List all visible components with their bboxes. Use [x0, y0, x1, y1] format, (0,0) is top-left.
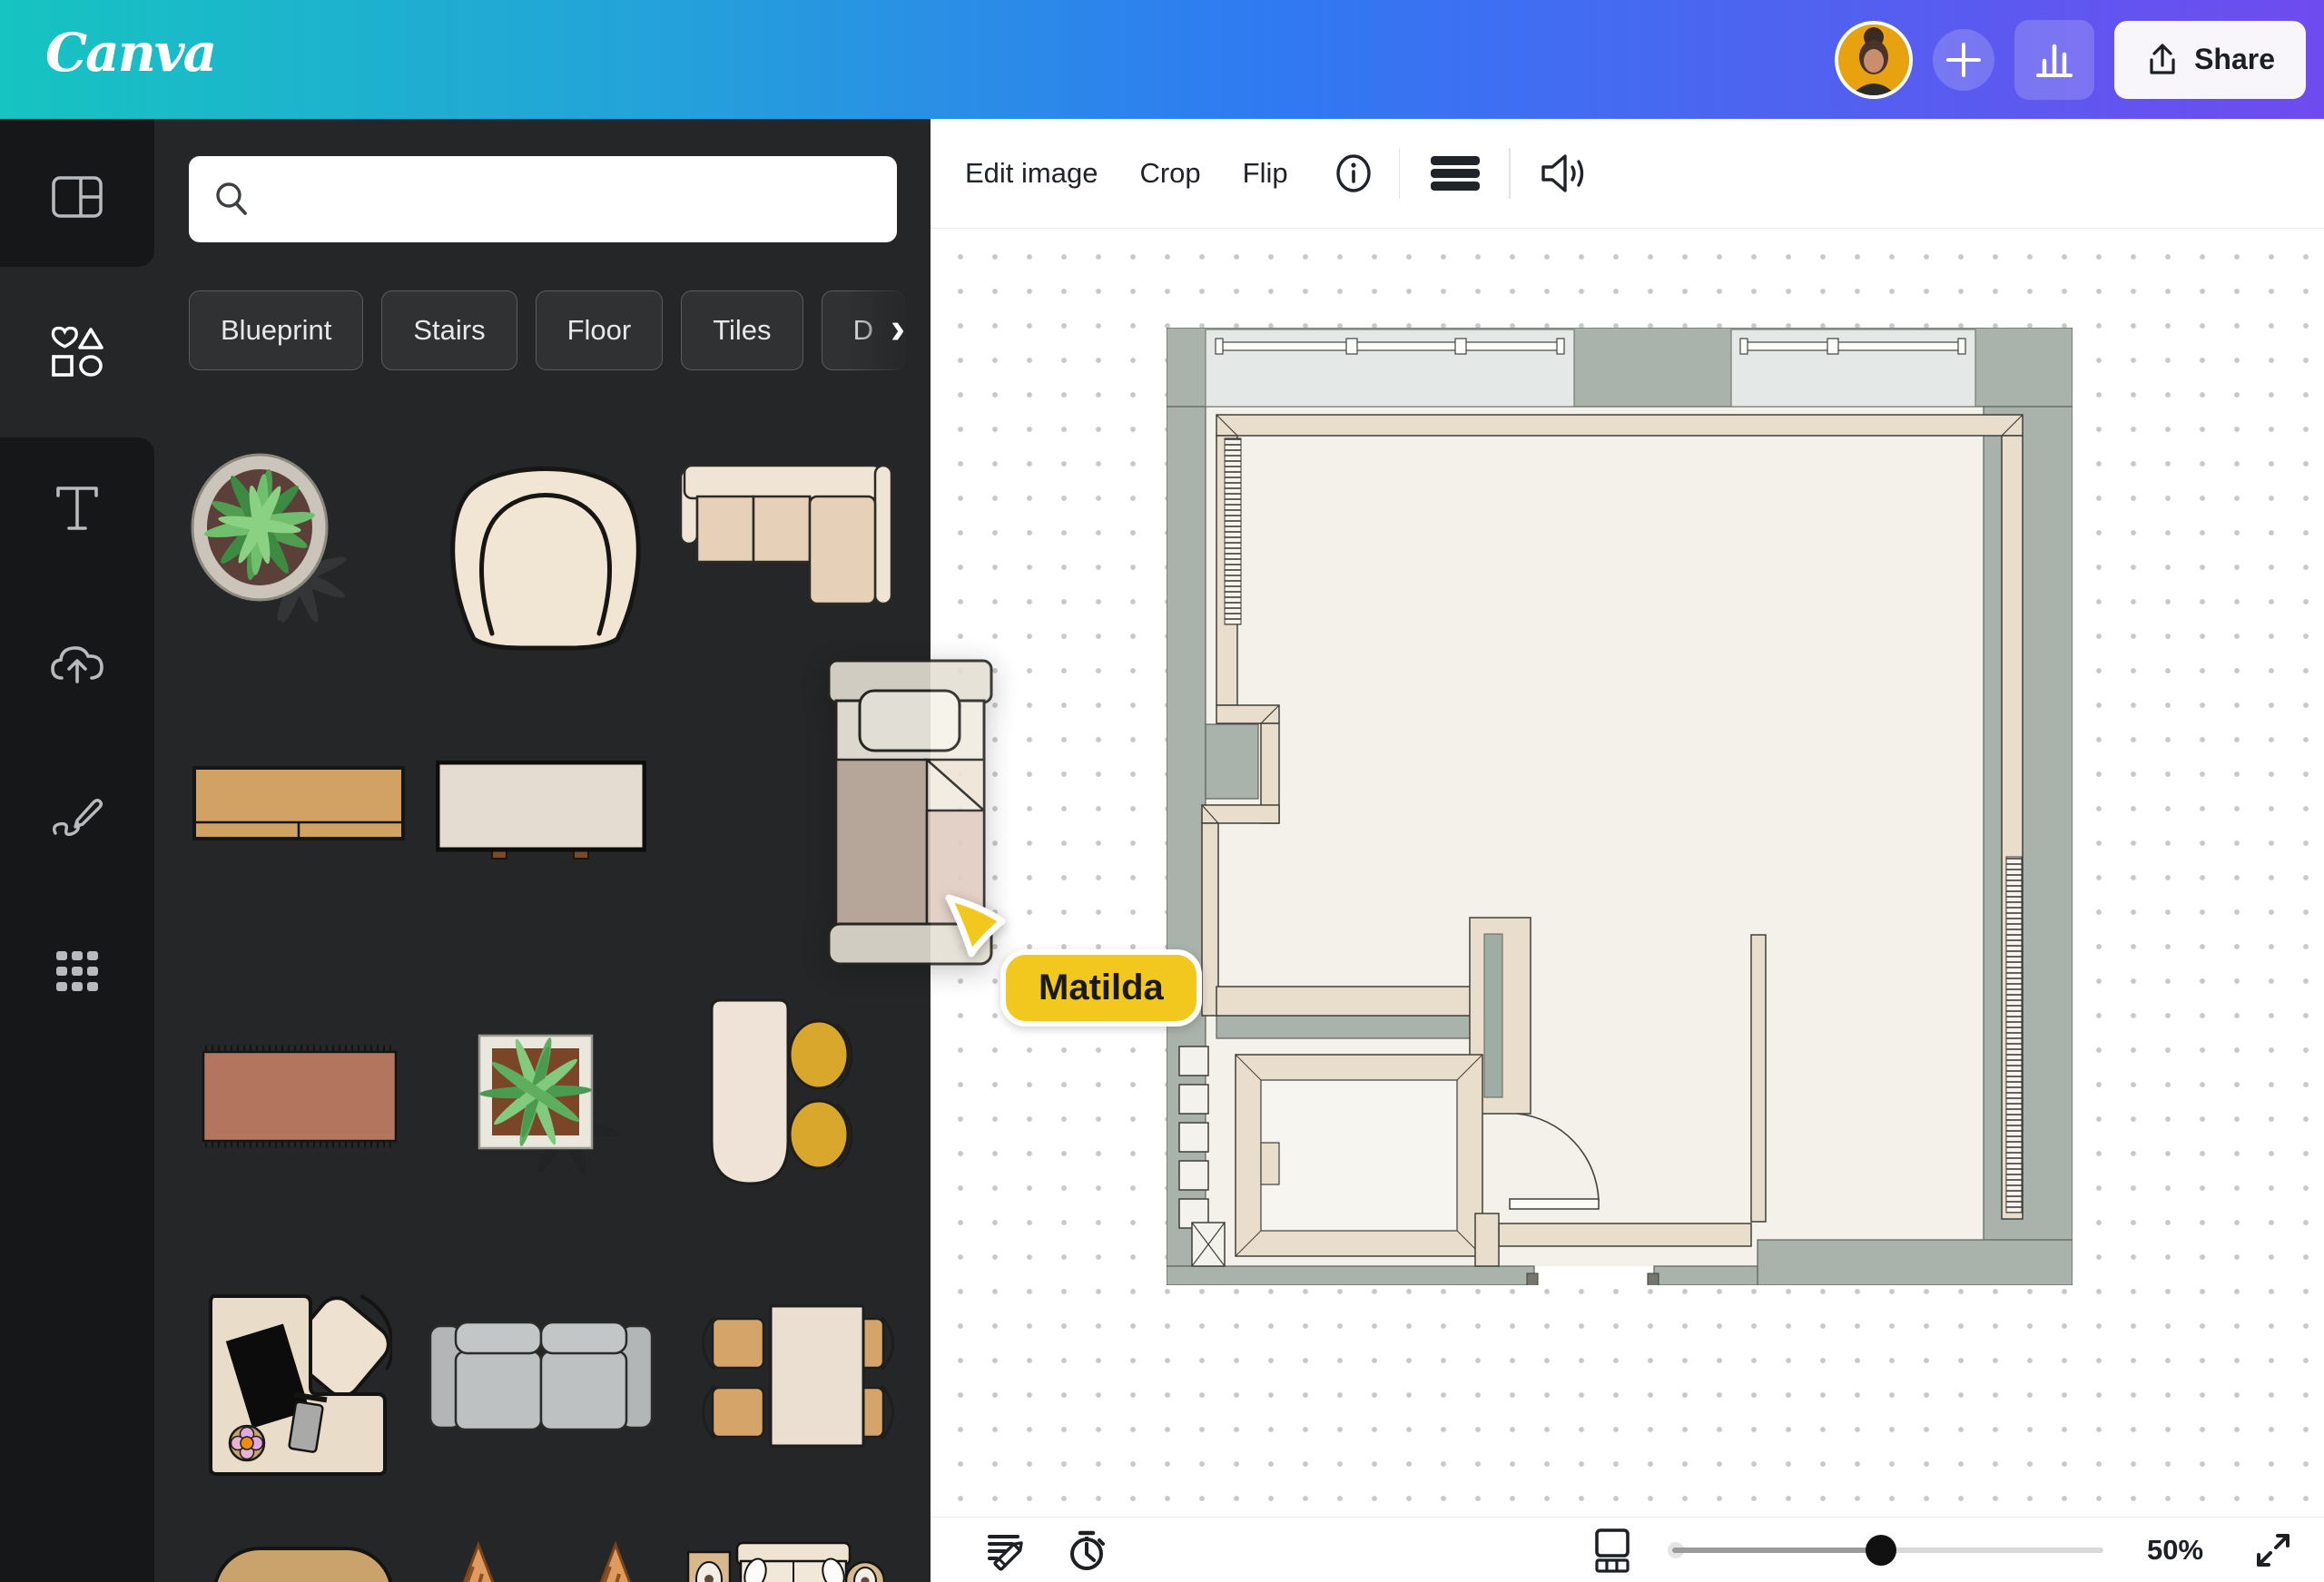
chip-floor[interactable]: Floor [535, 290, 664, 370]
notes-icon[interactable] [985, 1530, 1030, 1572]
element-deck-chair[interactable] [574, 1539, 657, 1582]
chip-tiles[interactable]: Tiles [681, 290, 803, 370]
element-deck-chair[interactable] [437, 1539, 520, 1582]
sidebar-item-elements[interactable] [0, 302, 154, 402]
toolbar-divider [1398, 148, 1401, 199]
search-icon [216, 182, 247, 215]
element-desk-setup[interactable] [202, 1291, 392, 1481]
share-button[interactable]: Share [2114, 20, 2306, 99]
elements-panel: Blueprint Stairs Floor Tiles D › [154, 119, 931, 1582]
floor-plan-image[interactable] [1167, 328, 2073, 1285]
search-box[interactable] [189, 156, 897, 242]
element-bar-table-stools[interactable] [710, 998, 870, 1191]
element-sofa-set[interactable] [686, 1532, 884, 1582]
element-rug[interactable] [198, 1044, 401, 1149]
flip-button[interactable]: Flip [1243, 157, 1288, 190]
share-upload-icon [2150, 43, 2175, 74]
bottom-bar: 50% [931, 1517, 2324, 1582]
zoom-slider-fill [1672, 1548, 1881, 1553]
toolbar-divider [1509, 148, 1511, 199]
timer-icon[interactable] [1065, 1528, 1110, 1574]
canvas-area: Edit image Crop Flip 50% [931, 119, 2324, 1582]
search-input[interactable] [267, 172, 897, 227]
text-icon [56, 486, 98, 530]
avatar[interactable] [1835, 20, 1914, 99]
element-oval-table[interactable] [212, 1543, 395, 1582]
apps-grid-icon [56, 951, 98, 991]
context-toolbar: Edit image Crop Flip [931, 119, 2324, 229]
element-palm-plant[interactable] [434, 1003, 639, 1194]
design-workspace[interactable] [931, 229, 2324, 1517]
element-sectional-sofa[interactable] [677, 462, 895, 607]
element-potted-plant[interactable] [171, 434, 358, 639]
design-templates-icon [52, 176, 103, 218]
element-gray-sofa[interactable] [428, 1319, 654, 1431]
bar-chart-icon [2036, 44, 2073, 77]
cloud-upload-icon [51, 646, 103, 683]
chip-stairs[interactable]: Stairs [381, 290, 517, 370]
canva-editor: { "topbar": { "logo": "Canva", "share_la… [0, 0, 2324, 1582]
pages-grid-view-icon[interactable] [1590, 1528, 1635, 1573]
chips-fade [849, 290, 931, 370]
volume-icon[interactable] [1538, 151, 1590, 196]
share-button-label: Share [2194, 43, 2275, 75]
sidebar-item-uploads[interactable] [0, 614, 154, 714]
zoom-slider-thumb[interactable] [1866, 1535, 1896, 1566]
avatar-image [1838, 24, 1910, 95]
element-side-table[interactable] [436, 761, 646, 862]
create-design-button[interactable] [1933, 28, 1995, 91]
chips-scroll-chevron-icon[interactable]: › [891, 300, 905, 359]
info-icon[interactable] [1330, 150, 1377, 197]
zoom-percent[interactable]: 50% [2147, 1534, 2247, 1567]
sidebar-item-draw[interactable] [0, 767, 154, 867]
filter-chips: Blueprint Stairs Floor Tiles D [189, 290, 905, 370]
edit-image-button[interactable]: Edit image [965, 157, 1098, 190]
elements-icon [51, 326, 103, 377]
position-layers-icon[interactable] [1427, 152, 1483, 194]
sidebar-item-apps[interactable] [0, 922, 154, 1022]
sidebar-item-design[interactable] [0, 147, 154, 247]
draw-pen-icon [52, 799, 103, 837]
insights-button[interactable] [2014, 19, 2095, 100]
element-sideboard[interactable] [192, 766, 405, 842]
collaborator-name-badge: Matilda [1000, 949, 1202, 1027]
canva-logo[interactable]: Canva [45, 22, 217, 84]
fullscreen-icon[interactable] [2251, 1528, 2295, 1572]
plus-icon [1946, 42, 1982, 77]
element-dining-set[interactable] [682, 1304, 914, 1449]
chip-blueprint[interactable]: Blueprint [189, 290, 364, 370]
top-navbar: Canva Share [0, 0, 2324, 119]
sidebar-item-text[interactable] [0, 458, 154, 558]
crop-button[interactable]: Crop [1139, 157, 1200, 190]
sidebar-rail [0, 119, 154, 1582]
element-armchair[interactable] [443, 434, 648, 652]
